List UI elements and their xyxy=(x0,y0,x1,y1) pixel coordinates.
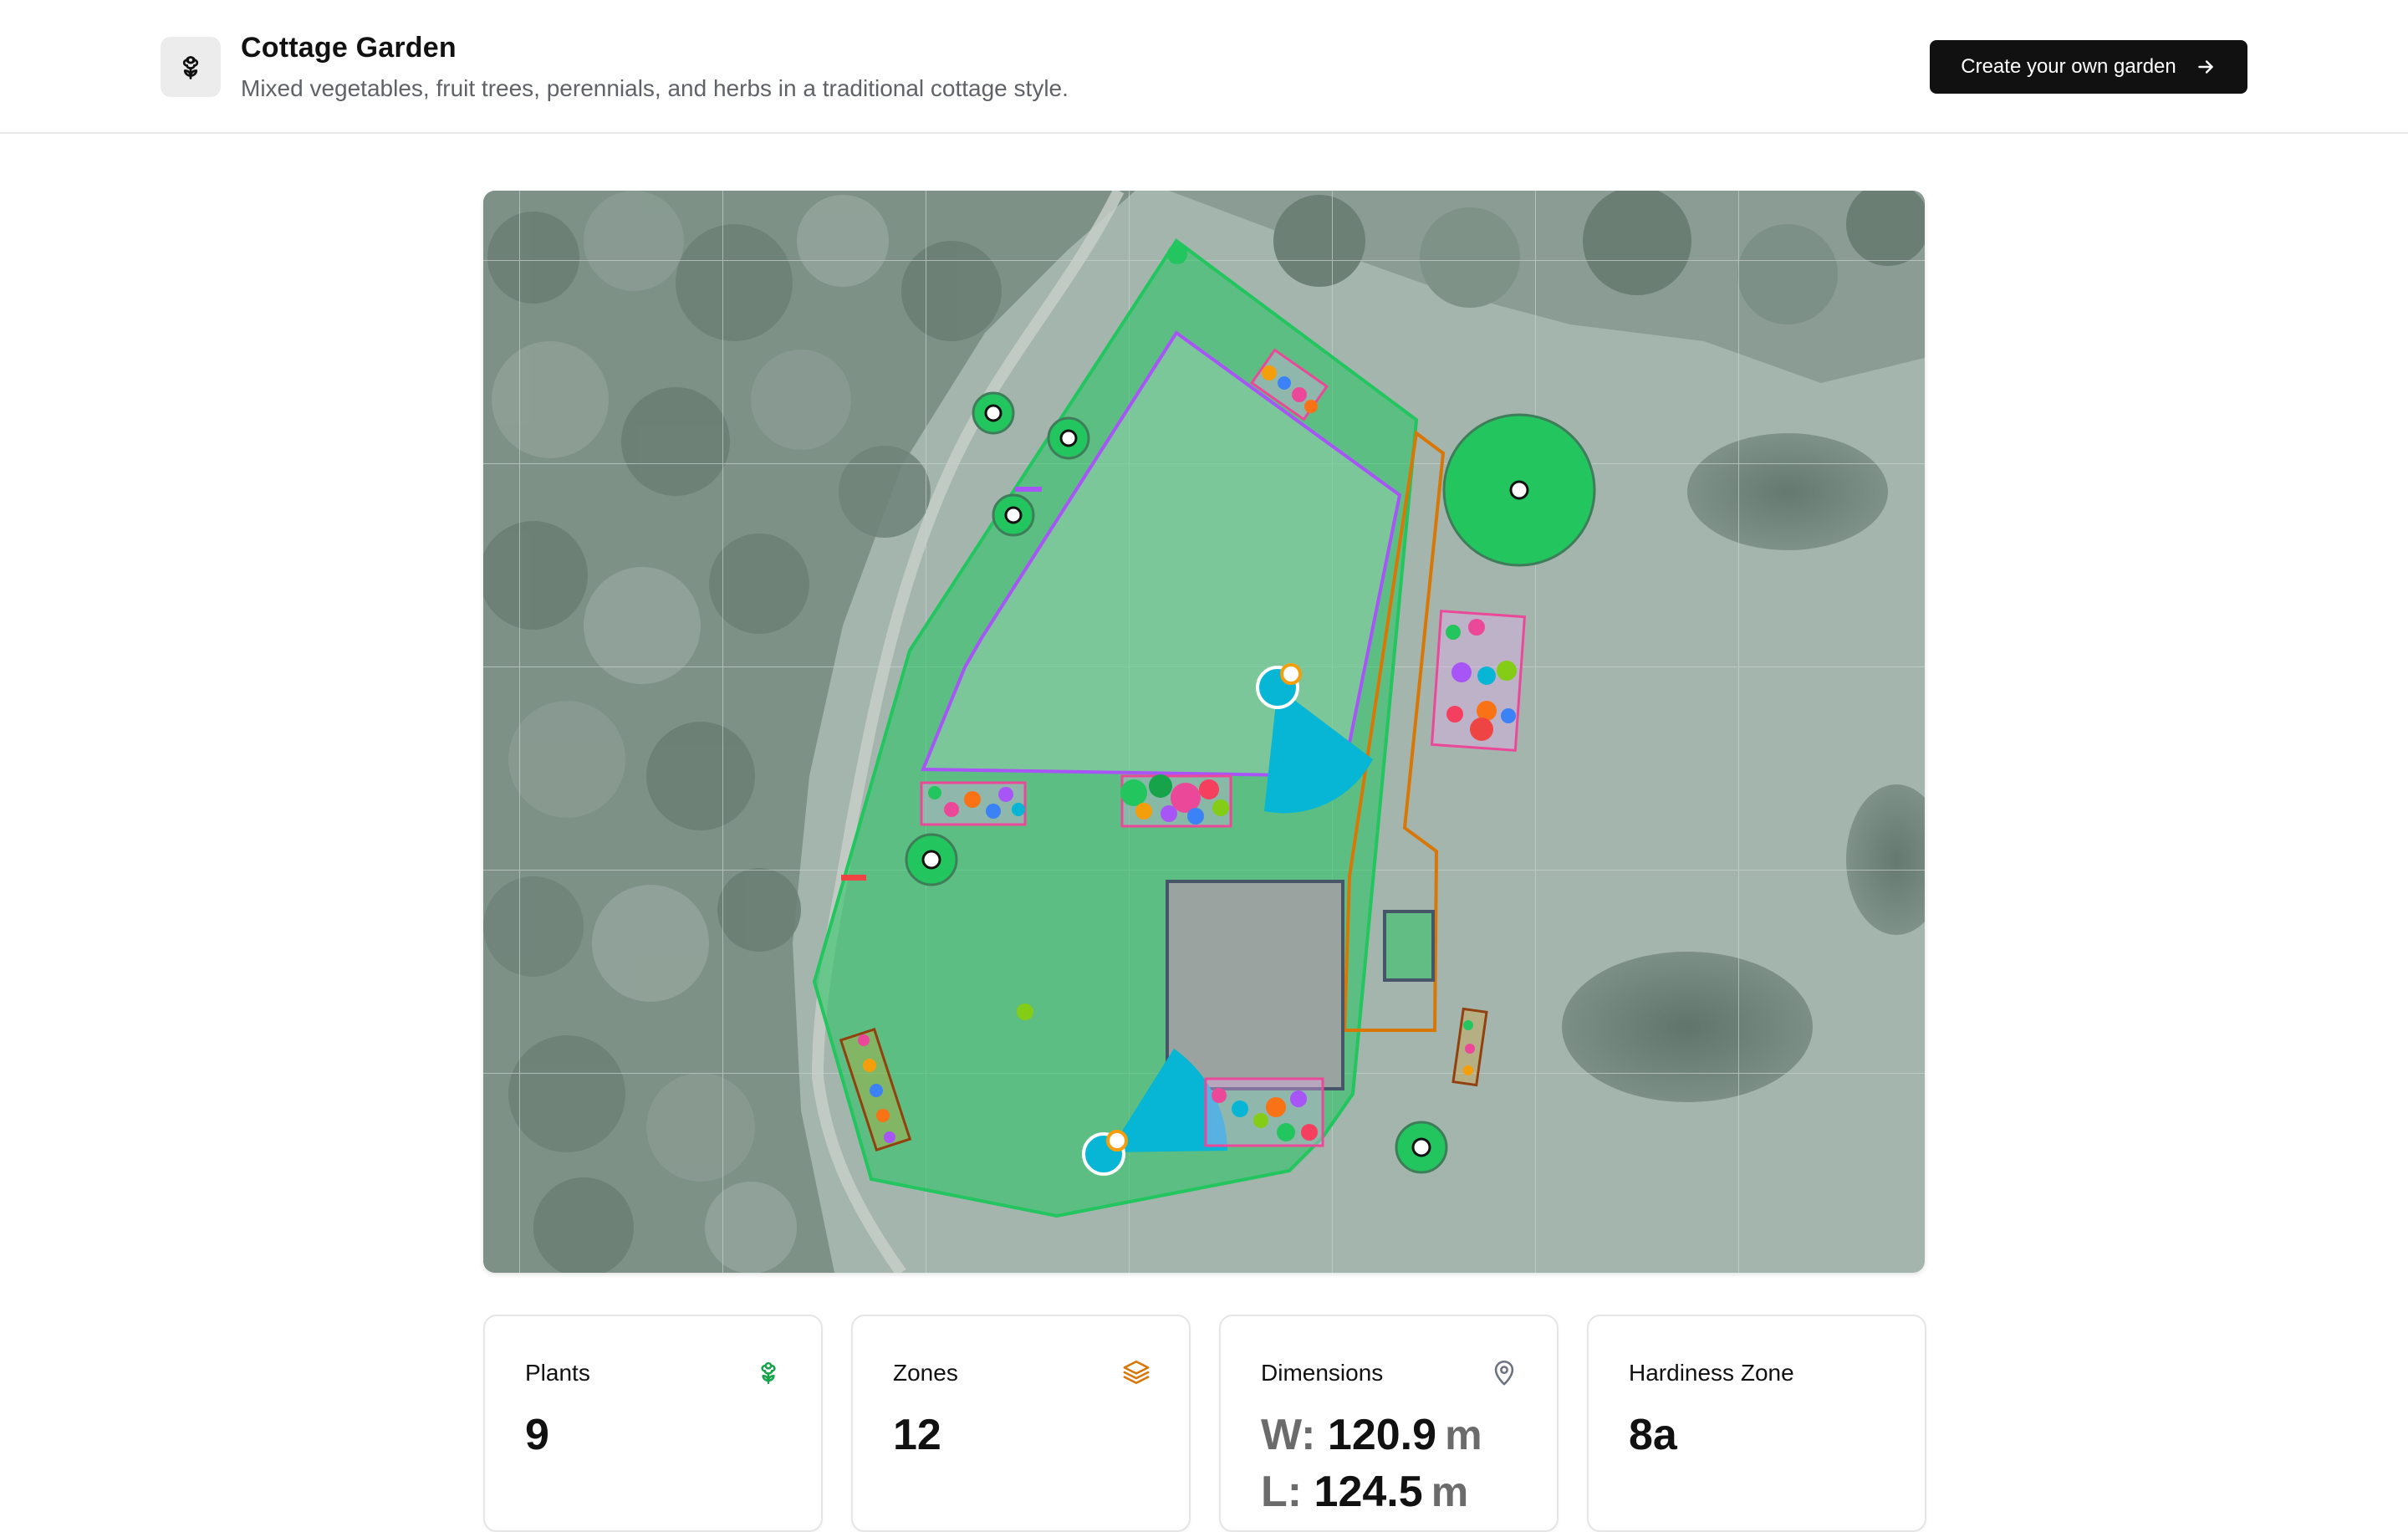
layers-icon xyxy=(1123,1360,1150,1385)
create-garden-button-label: Create your own garden xyxy=(1961,55,2176,78)
stat-value: 9 xyxy=(525,1411,549,1459)
page-subtitle: Mixed vegetables, fruit trees, perennial… xyxy=(241,75,1069,101)
stat-card-zones: Zones 12 xyxy=(851,1315,1191,1532)
small-tree[interactable] xyxy=(905,833,958,886)
plant-cluster xyxy=(1017,1003,1033,1020)
stat-card-dimensions: Dimensions W: 120.9 m L: 124.5 m xyxy=(1219,1315,1559,1532)
flower-bed[interactable] xyxy=(1430,610,1527,752)
arrow-right-icon xyxy=(2197,60,2213,74)
garden-map-canvas[interactable] xyxy=(483,191,1925,1273)
length-unit: m xyxy=(1431,1468,1469,1515)
stat-card-hardiness: Hardiness Zone 8a xyxy=(1587,1315,1926,1532)
flower-bed[interactable] xyxy=(920,781,1027,826)
shed[interactable] xyxy=(1383,910,1435,982)
bed-marker xyxy=(1015,487,1042,492)
flower-bed[interactable] xyxy=(1120,774,1232,828)
stat-label: Dimensions xyxy=(1261,1360,1384,1386)
garden-map[interactable] xyxy=(483,191,1925,1273)
small-tree[interactable] xyxy=(1047,416,1090,460)
stat-label: Hardiness Zone xyxy=(1629,1360,1794,1386)
length-key: L: xyxy=(1261,1468,1303,1516)
width-unit: m xyxy=(1445,1412,1482,1458)
page-header: Cottage Garden Mixed vegetables, fruit t… xyxy=(0,0,2408,134)
dimension-width: W: 120.9 m xyxy=(1261,1410,1482,1460)
length-value: 124.5 xyxy=(1314,1468,1423,1516)
stat-label: Plants xyxy=(525,1360,590,1386)
width-key: W: xyxy=(1261,1411,1316,1459)
map-pin-icon xyxy=(1494,1360,1514,1386)
plant-cluster xyxy=(1167,244,1187,264)
stat-label: Zones xyxy=(893,1360,958,1386)
house-roof xyxy=(1167,881,1343,1089)
tree-marker xyxy=(1509,480,1529,500)
dimension-length: L: 124.5 m xyxy=(1261,1467,1468,1517)
small-tree[interactable] xyxy=(1395,1121,1448,1174)
flower-icon xyxy=(761,1361,776,1385)
flower-bed[interactable] xyxy=(1204,1077,1324,1147)
garden-logo xyxy=(161,37,221,97)
create-garden-button[interactable]: Create your own garden xyxy=(1930,40,2247,94)
stat-card-plants: Plants 9 xyxy=(483,1315,823,1532)
stat-value: 8a xyxy=(1629,1411,1677,1459)
width-value: 120.9 xyxy=(1327,1411,1437,1459)
small-tree[interactable] xyxy=(972,391,1015,435)
page-title: Cottage Garden xyxy=(241,32,457,64)
stat-value: 12 xyxy=(893,1411,941,1459)
flower-icon xyxy=(182,56,199,79)
small-tree[interactable] xyxy=(992,493,1035,537)
bed-marker xyxy=(841,875,866,881)
